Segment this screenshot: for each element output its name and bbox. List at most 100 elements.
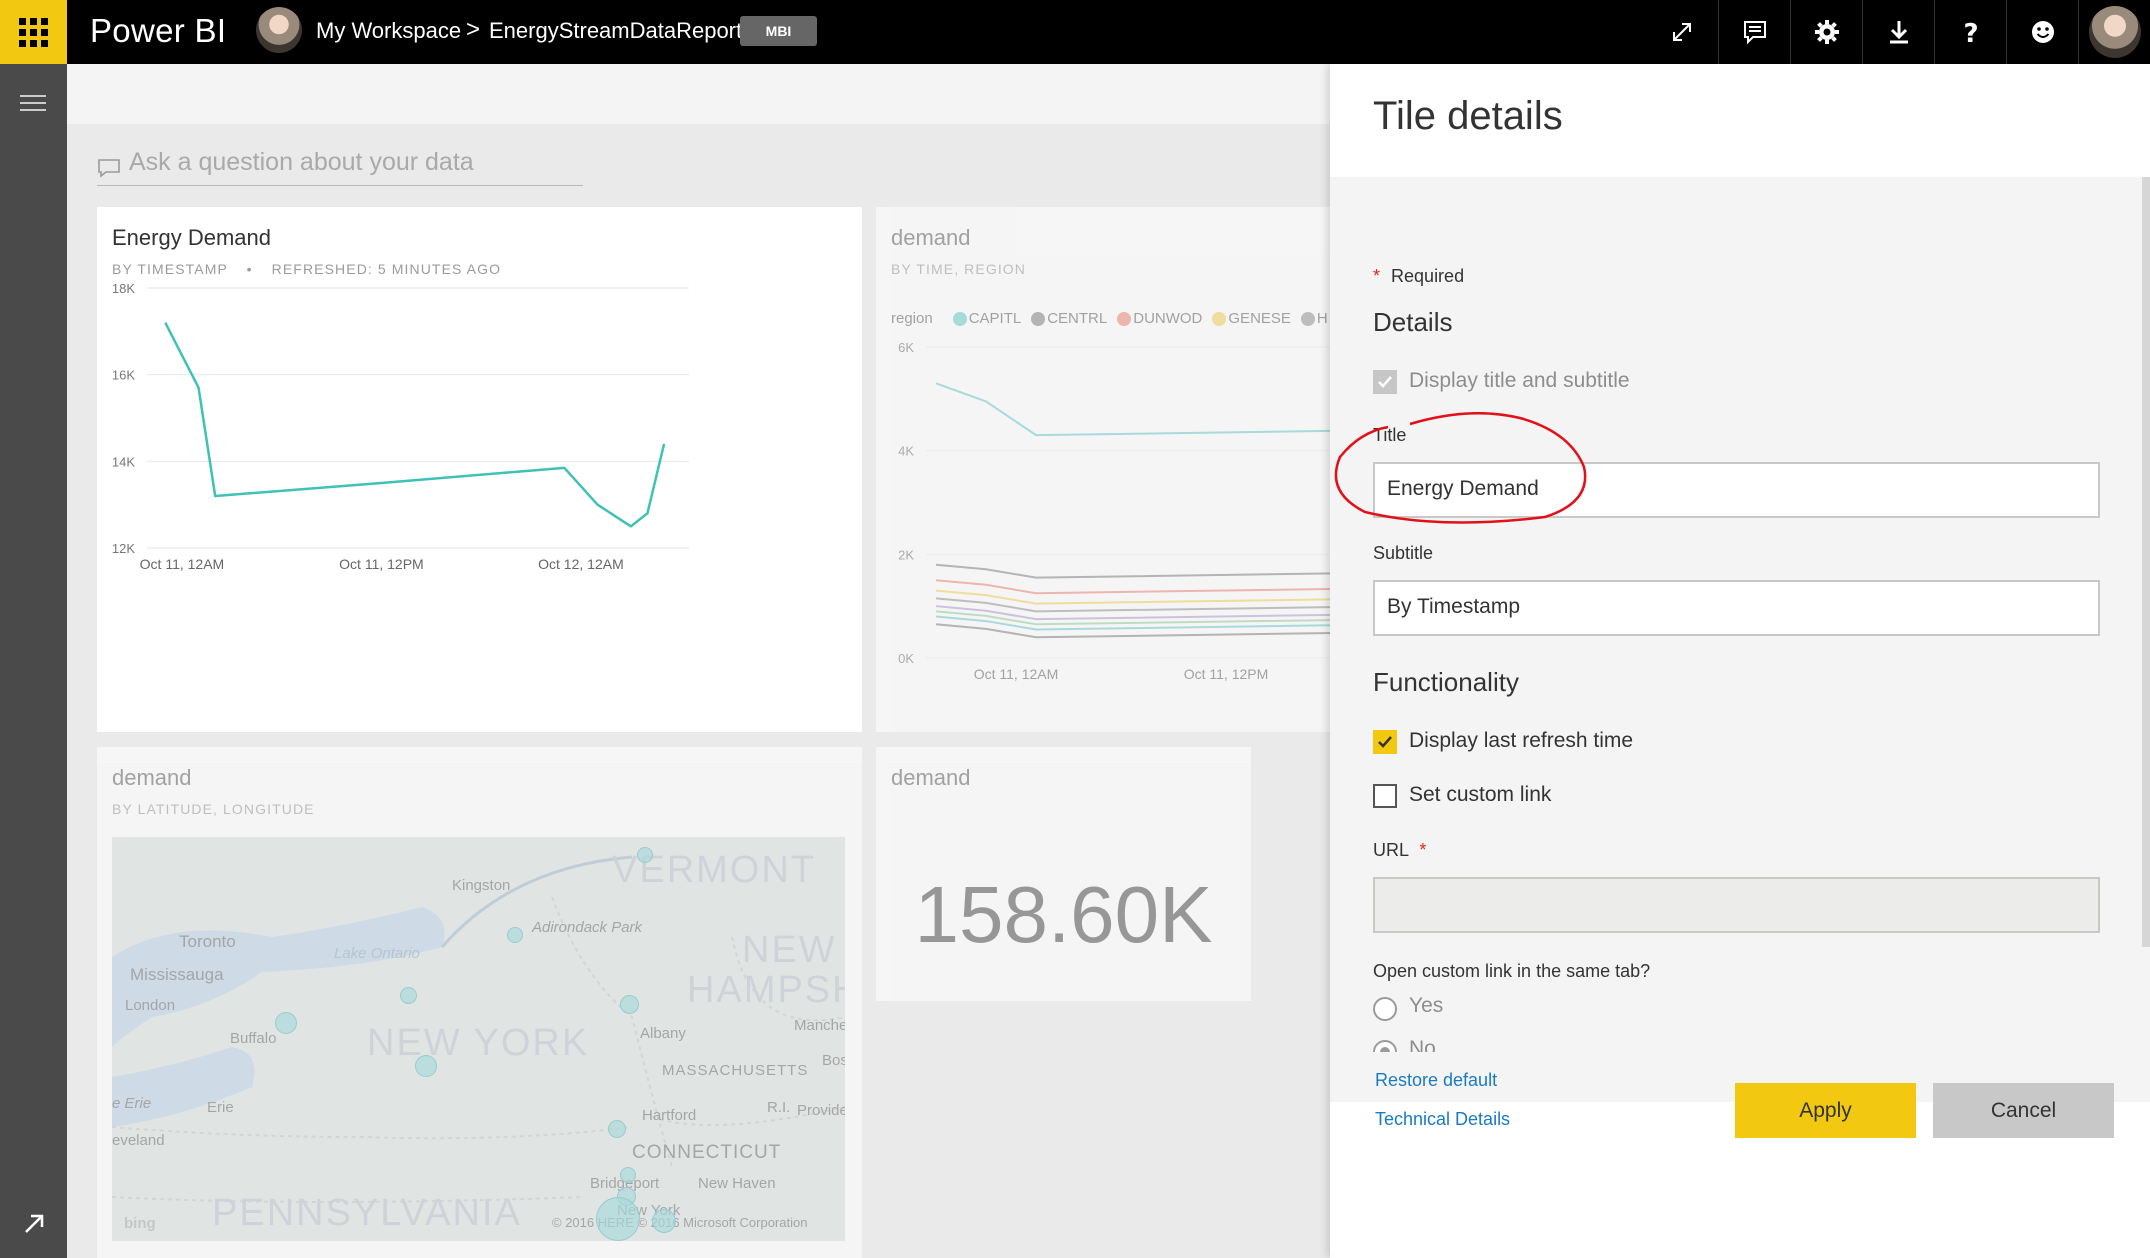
map-label-lake-ontario: Lake Ontario [334,945,420,962]
technical-details-link[interactable]: Technical Details [1375,1109,1510,1130]
hamburger-menu-icon[interactable] [20,95,46,116]
breadcrumb-report[interactable]: EnergyStreamDataReport [489,18,742,44]
map-label-new-haven: New Haven [698,1175,776,1192]
svg-text:?: ? [1963,19,1978,46]
brand-logo[interactable]: Power BI [90,12,226,50]
url-label-text: URL [1373,840,1409,860]
settings-button[interactable] [1790,0,1862,64]
url-label: URL * [1373,840,1426,861]
user-avatar [2088,6,2141,58]
comments-button[interactable] [1718,0,1790,64]
account-button[interactable] [2078,0,2150,64]
smiley-icon [2031,21,2054,43]
series-line-region [935,563,1397,579]
energy-demand-line-chart: 12K 14K 16K 18K Oct 11, 12AM Oct 11, 12PM Oct … [112,281,689,572]
map-label-massachusetts: MASSACHUSETTS [662,1062,809,1079]
top-toolbar: ? [1646,0,2150,64]
map-bubble[interactable] [275,1012,297,1034]
map-label-adirondack: Adirondack Park [532,919,643,936]
tile-demand-map[interactable]: demand BY LATITUDE, LONGITUDE VERMONT NE… [97,747,862,1258]
qna-box[interactable]: Ask a question about your data [97,146,583,186]
y-tick-label: 16K [112,368,135,383]
required-star: * [1419,840,1427,860]
map-label-kingston: Kingston [452,877,511,894]
series-line-region [935,382,1397,437]
apply-button[interactable]: Apply [1735,1083,1916,1138]
same-tab-no-radio[interactable] [1373,1040,1397,1052]
map-copyright: © 2016 HERE © 2016 Microsoft Corporation [552,1215,808,1230]
breadcrumb-separator: > [466,16,481,43]
cancel-button[interactable]: Cancel [1933,1083,2114,1138]
feedback-button[interactable] [2006,0,2078,64]
checkmark-icon [1378,736,1392,748]
tile-details-pane: Tile details * Required Details Display … [1330,64,2150,1258]
map-bubble[interactable] [608,1120,626,1138]
y-tick-label: 14K [112,454,135,469]
x-tick-label: Oct 12, 12AM [538,556,624,572]
custom-link-label: Set custom link [1409,783,1552,806]
top-bar: Power BI My Workspace > EnergyStreamData… [0,0,2150,64]
comment-icon [1743,21,1766,45]
canvas-header [67,64,1330,124]
map-label-new-hampshire: NEW [742,929,837,971]
series-line-region [935,589,1397,605]
help-icon: ? [1963,19,1978,46]
clipped-radio-row: No [1330,1032,2150,1052]
map-visual[interactable]: VERMONT NEW HAMPSHI NEW YORK PENNSYLVANI… [112,837,845,1241]
bing-logo: bing [124,1215,156,1232]
functionality-heading: Functionality [1373,667,1519,697]
tile-demand-kpi[interactable]: demand 158.60K [876,747,1251,1001]
map-bubble[interactable] [596,1197,640,1241]
custom-link-checkbox[interactable] [1373,784,1397,808]
expand-nav-icon[interactable] [22,1210,48,1236]
restore-default-link[interactable]: Restore default [1375,1070,1497,1091]
map-label-erie: Erie [207,1099,234,1116]
display-refresh-checkbox[interactable] [1373,730,1397,754]
map-bubble[interactable] [620,1167,636,1183]
required-text: Required [1391,266,1465,286]
subtitle-field[interactable]: By Timestamp [1373,580,2100,636]
y-tick-label: 18K [112,281,135,296]
tile-energy-demand[interactable]: Energy Demand BY TIMESTAMP • REFRESHED: … [97,207,862,732]
same-tab-yes-radio[interactable] [1373,997,1397,1021]
map-label-connecticut: CONNECTICUT [632,1142,782,1163]
help-button[interactable]: ? [1934,0,2006,64]
map-label-ri: R.I. [767,1099,791,1116]
map-bubble[interactable] [637,847,653,863]
map-label-hartford: Hartford [642,1107,697,1124]
qna-placeholder: Ask a question about your data [129,148,474,176]
map-bubble[interactable] [415,1055,437,1077]
download-button[interactable] [1862,0,1934,64]
map-label-new-hampshire: HAMPSHI [687,969,845,1011]
dataset-badge: MBI [740,16,817,46]
map-label-manchester: Manche [794,1017,845,1034]
pane-title: Tile details [1373,94,1563,138]
waffle-icon [19,17,48,47]
map-label-boston: Bos [822,1052,845,1069]
map-bubble[interactable] [620,995,639,1014]
same-tab-yes-label: Yes [1409,994,1444,1017]
map-label-providence: Provide [797,1102,845,1119]
expand-button[interactable] [1646,0,1718,64]
checkmark-icon [1378,376,1392,388]
url-field [1373,877,2100,933]
annotation-circle [1334,412,1587,524]
display-refresh-label: Display last refresh time [1409,729,1634,752]
pane-scrollbar[interactable] [2142,177,2150,947]
download-icon [1889,21,1908,44]
open-same-tab-label: Open custom link in the same tab? [1373,961,1651,981]
same-tab-no-label: No [1409,1037,1436,1052]
map-label-new-york-state: NEW YORK [367,1022,590,1064]
map-bubble[interactable] [400,987,417,1004]
series-line-region [935,579,1397,595]
map-label-toronto: Toronto [179,932,236,951]
display-title-subtitle-checkbox[interactable] [1373,370,1397,394]
display-title-subtitle-label: Display title and subtitle [1409,369,1630,392]
tile-demand-by-region[interactable]: demand BY TIME, REGION region CAPITL CEN… [876,207,1397,732]
map-bubble[interactable] [652,1209,676,1233]
x-tick-label: Oct 11, 12PM [339,556,424,572]
breadcrumb-workspace[interactable]: My Workspace [316,18,461,44]
app-launcher-button[interactable] [0,0,67,64]
map-bubble[interactable] [507,927,523,943]
kpi-value: 158.60K [914,870,1213,959]
